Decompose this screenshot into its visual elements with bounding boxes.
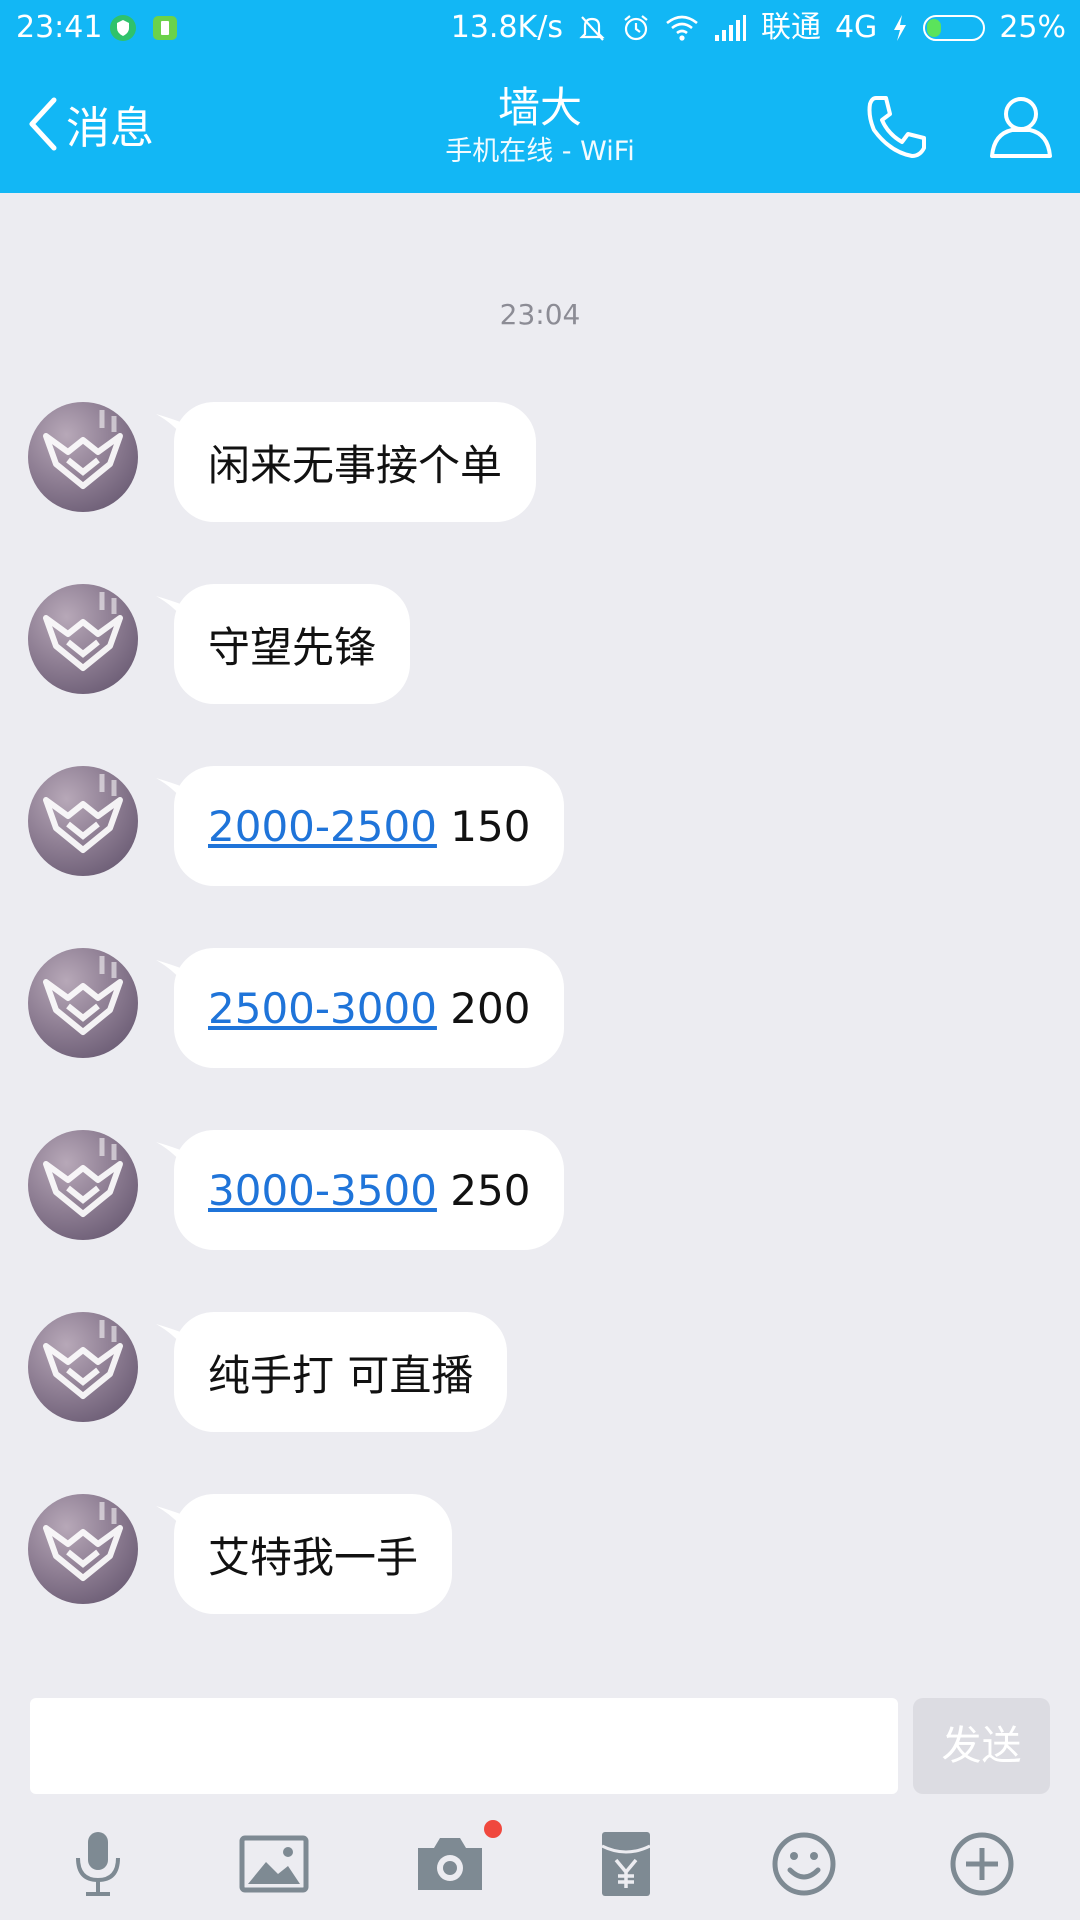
camera-notification-dot — [484, 1820, 502, 1838]
message-input[interactable] — [30, 1698, 898, 1794]
microphone-icon[interactable] — [60, 1826, 136, 1902]
bubble-tail — [156, 960, 186, 986]
overwatch-emblem-icon — [43, 956, 123, 1035]
message-text: 纯手打 可直播 — [208, 1350, 474, 1400]
plus-icon[interactable] — [944, 1826, 1020, 1902]
phone-icon — [867, 96, 926, 158]
message-link[interactable]: 2500-3000 — [208, 984, 437, 1033]
message-bubble[interactable]: 艾特我一手 — [156, 1494, 453, 1614]
status-bar: 23:41 13.8K/s 联通 4G 25% — [0, 0, 1080, 56]
back-button[interactable]: 消息 — [24, 88, 154, 160]
message-link[interactable]: 3000-3500 — [208, 1166, 437, 1215]
message-text: 200 — [436, 983, 531, 1033]
message-link[interactable]: 2000-2500 — [208, 802, 437, 851]
call-button[interactable] — [860, 90, 934, 164]
message-bubble[interactable]: 2500-3000 200 — [156, 948, 565, 1068]
bubble-tail — [156, 778, 186, 804]
message-text: 250 — [436, 1165, 531, 1215]
carrier-label: 联通 — [760, 10, 821, 45]
charging-icon — [894, 15, 907, 41]
message-bubble[interactable]: 3000-3500 250 — [156, 1130, 565, 1250]
overwatch-emblem-icon — [43, 410, 123, 489]
red-packet-icon[interactable] — [588, 1826, 664, 1902]
bubble-tail — [156, 414, 186, 440]
sender-avatar[interactable] — [28, 584, 138, 694]
image-icon[interactable] — [236, 1826, 312, 1902]
shield-notification-icon — [110, 15, 136, 41]
person-icon — [990, 97, 1052, 158]
back-label: 消息 — [66, 103, 154, 154]
sender-avatar[interactable] — [28, 402, 138, 512]
bubble-tail — [156, 596, 186, 622]
overwatch-emblem-icon — [43, 1138, 123, 1217]
status-time: 23:41 — [16, 10, 103, 45]
message-bubble[interactable]: 2000-2500 150 — [156, 766, 565, 886]
sender-avatar[interactable] — [28, 1494, 138, 1604]
contact-status: 手机在线 - WiFi — [445, 136, 635, 167]
message-bubble[interactable]: 纯手打 可直播 — [156, 1312, 508, 1432]
bubble-tail — [156, 1506, 186, 1532]
message-text: 150 — [436, 801, 531, 851]
profile-button[interactable] — [984, 90, 1058, 164]
overwatch-emblem-icon — [43, 592, 123, 671]
wifi-icon — [666, 15, 698, 41]
contact-name: 墙大 — [497, 83, 582, 132]
sender-avatar[interactable] — [28, 1130, 138, 1240]
bubble-tail — [156, 1142, 186, 1168]
message-text: 守望先锋 — [208, 622, 377, 672]
message-text: 艾特我一手 — [208, 1532, 419, 1582]
battery-notification-icon — [153, 16, 177, 40]
message-bubble[interactable]: 守望先锋 — [156, 584, 411, 704]
network-type: 4G — [834, 10, 878, 45]
overwatch-emblem-icon — [43, 1320, 123, 1399]
bubble-tail — [156, 1324, 186, 1350]
emoji-icon[interactable] — [766, 1826, 842, 1902]
silent-bell-icon — [579, 16, 605, 41]
sender-avatar[interactable] — [28, 766, 138, 876]
chevron-left-icon — [29, 97, 57, 151]
overwatch-emblem-icon — [43, 774, 123, 853]
network-speed: 13.8K/s — [450, 10, 563, 45]
send-button[interactable]: 发送 — [913, 1698, 1050, 1794]
battery-indicator — [923, 15, 986, 41]
alarm-icon — [624, 15, 648, 41]
camera-icon[interactable] — [412, 1826, 488, 1902]
message-bubble[interactable]: 闲来无事接个单 — [156, 402, 537, 522]
conversation-title: 墙大 手机在线 - WiFi — [340, 82, 740, 170]
sender-avatar[interactable] — [28, 1312, 138, 1422]
message-timestamp: 23:04 — [499, 298, 581, 331]
battery-fill — [927, 19, 941, 37]
sender-avatar[interactable] — [28, 948, 138, 1058]
overwatch-emblem-icon — [43, 1502, 123, 1581]
message-text: 闲来无事接个单 — [208, 440, 503, 490]
title-bar: 23:41 13.8K/s 联通 4G 25% 消息 墙大 手机在线 - WiF… — [0, 0, 1080, 193]
battery-percent: 25% — [999, 10, 1066, 45]
signal-icon — [714, 15, 746, 41]
